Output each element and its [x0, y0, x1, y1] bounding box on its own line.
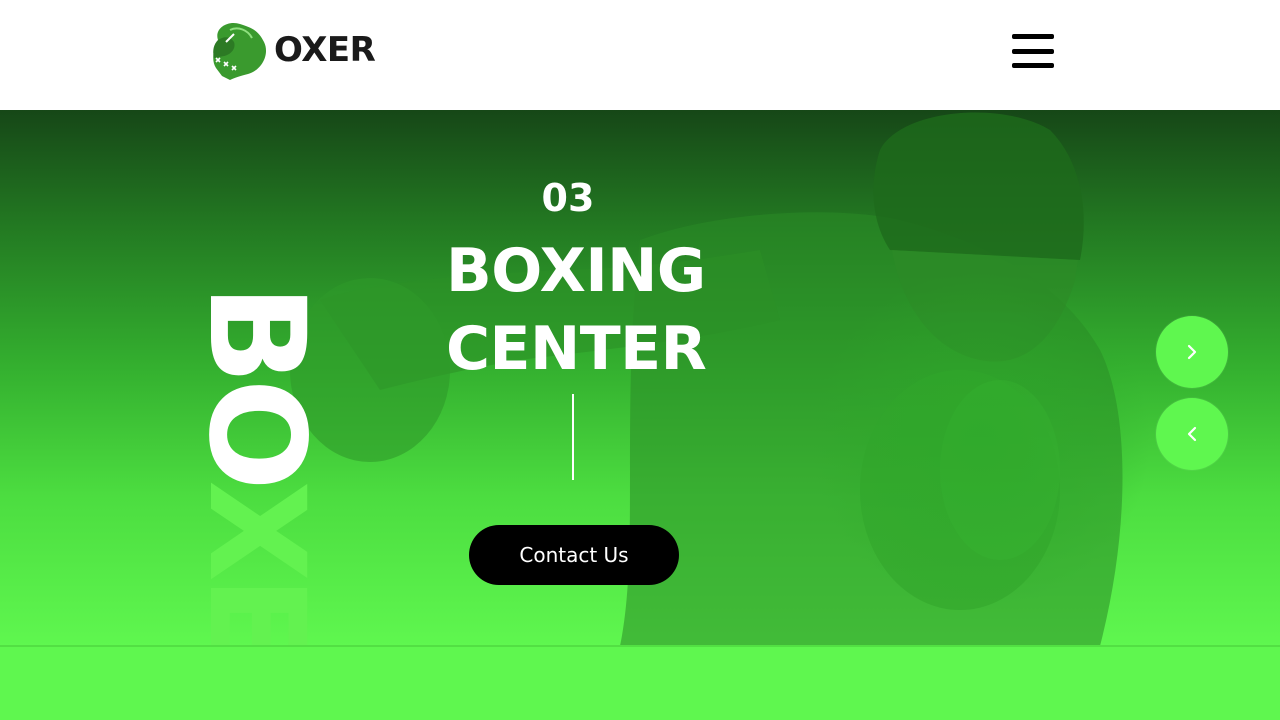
menu-bar — [1012, 63, 1054, 68]
chevron-left-icon — [1187, 426, 1197, 442]
boxing-glove-icon — [213, 22, 267, 81]
hamburger-menu-icon[interactable] — [1012, 34, 1054, 68]
vertical-word-part1: BO — [179, 284, 333, 481]
logo[interactable]: OXER — [208, 18, 376, 82]
vertical-brand-word: BOXER — [179, 284, 333, 646]
site-header: OXER — [0, 0, 1280, 110]
menu-bar — [1012, 34, 1054, 39]
bottom-section-band — [0, 645, 1280, 720]
hero-title: BOXING CENTER — [446, 232, 746, 388]
hero-slider: BOXER 03 BOXING CENTER Contact Us — [0, 110, 1280, 646]
slide-number: 03 — [541, 176, 595, 220]
prev-slide-button[interactable] — [1156, 398, 1228, 470]
chevron-right-icon — [1187, 344, 1197, 360]
logo-text: OXER — [274, 30, 376, 70]
hero-title-line2: CENTER — [446, 314, 707, 384]
hero-title-line1: BOXING — [446, 236, 706, 306]
divider-line — [572, 394, 574, 480]
next-slide-button[interactable] — [1156, 316, 1228, 388]
vertical-word-part2: XER — [179, 480, 333, 646]
contact-us-button[interactable]: Contact Us — [469, 525, 679, 585]
menu-bar — [1012, 48, 1054, 54]
